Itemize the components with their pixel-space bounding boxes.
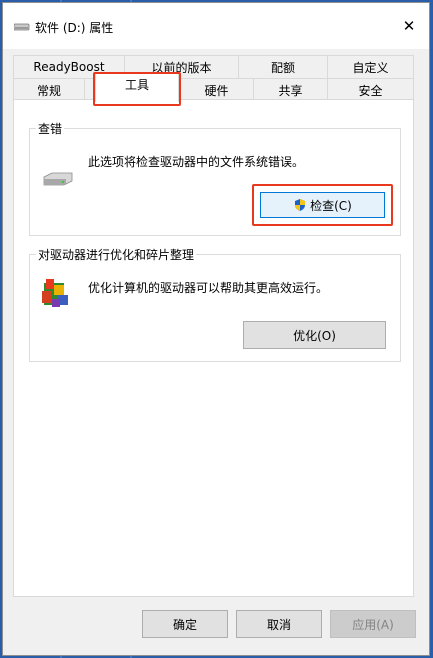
check-button-highlight [252,184,393,226]
optimize-title: 对驱动器进行优化和碎片整理 [36,246,197,263]
drive-icon [43,172,73,186]
properties-window: 软件 (D:) 属性 ✕ ReadyBoost 以前的版本 配额 自定义 常规 … [2,2,430,656]
dialog-footer: 确定 取消 应用(A) [3,599,429,655]
close-icon: ✕ [402,17,416,35]
optimize-description: 优化计算机的驱动器可以帮助其更高效运行。 [88,281,329,295]
error-check-title: 查错 [36,120,65,137]
optimize-button[interactable]: 优化(O) [243,321,386,349]
optimize-group: 对驱动器进行优化和碎片整理 优化计算机的驱动器可以帮助其更高效运行。 优化(O) [29,246,401,362]
drive-icon [14,23,30,31]
error-check-group: 查错 此选项将检查驱动器中的文件系统错误。 检查(C) [29,120,401,236]
tab-quota[interactable]: 配额 [238,55,328,79]
title-bar: 软件 (D:) 属性 ✕ [3,3,429,49]
tab-customize[interactable]: 自定义 [327,55,414,79]
error-check-description: 此选项将检查驱动器中的文件系统错误。 [88,155,305,169]
apply-button[interactable]: 应用(A) [330,610,416,638]
tools-panel: 查错 此选项将检查驱动器中的文件系统错误。 检查(C) 对驱动器进行优化和碎片整… [13,99,414,597]
close-button[interactable]: ✕ [389,11,429,41]
window-title: 软件 (D:) 属性 [35,21,114,35]
cancel-button[interactable]: 取消 [236,610,322,638]
ok-button[interactable]: 确定 [142,610,228,638]
tab-highlight [93,72,181,106]
defrag-icon [42,279,68,307]
